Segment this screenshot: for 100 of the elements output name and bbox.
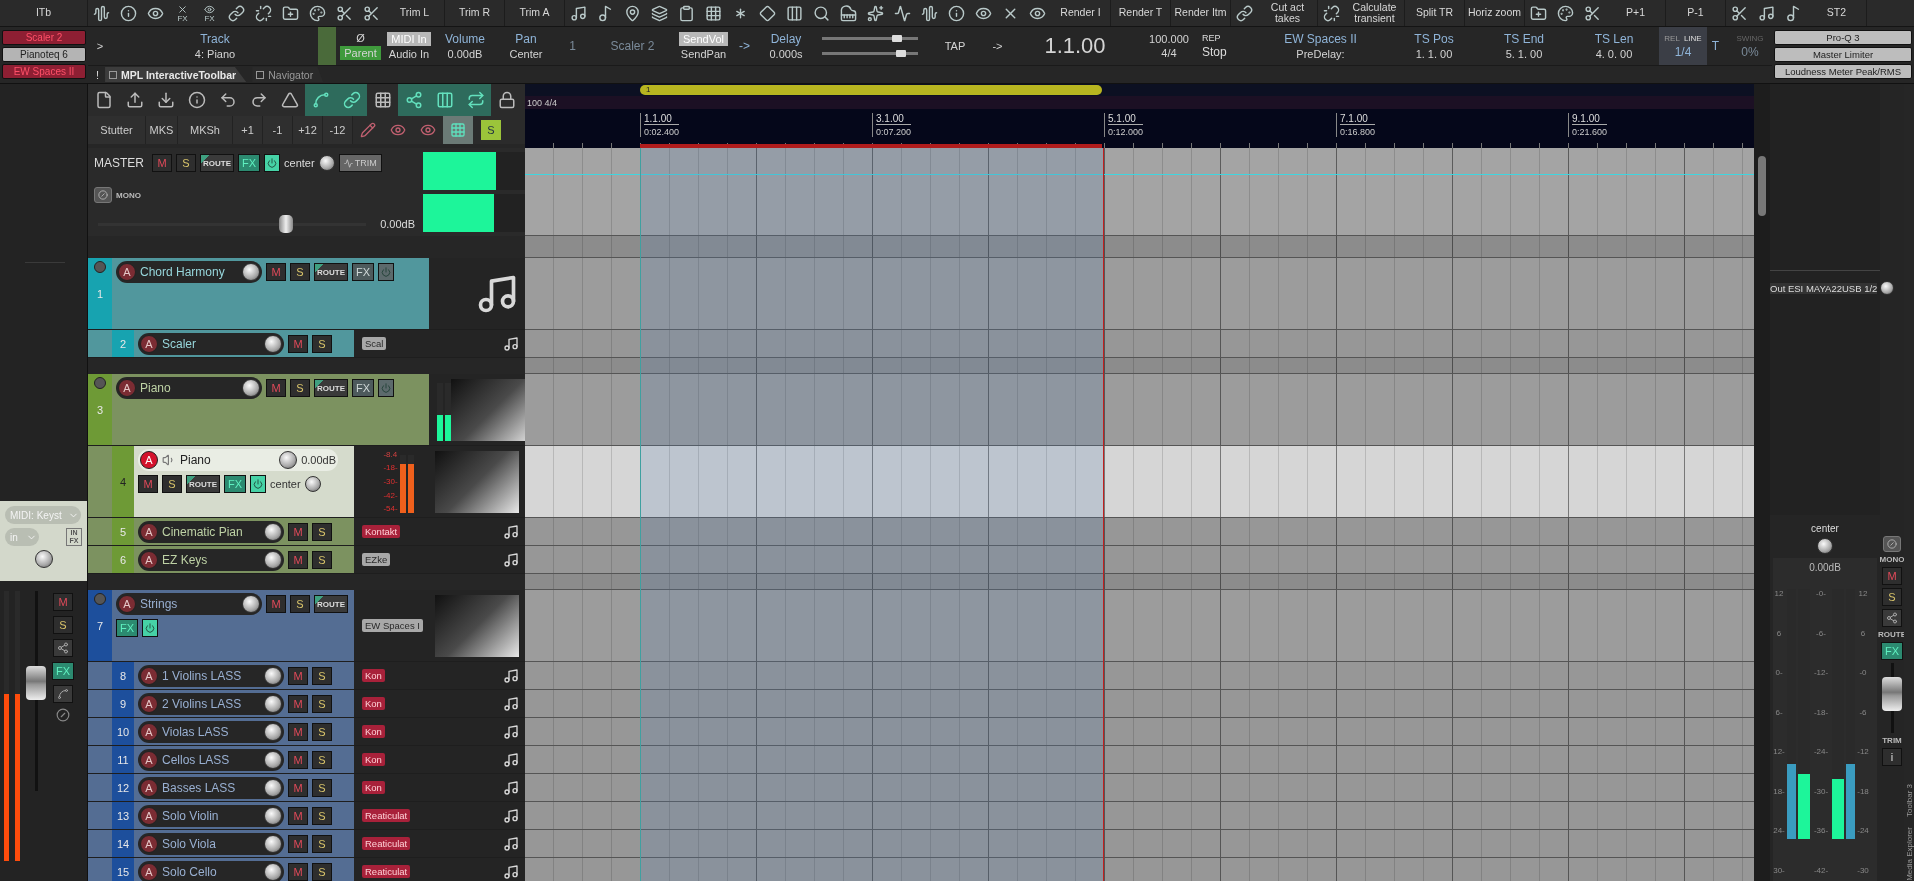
mute-button[interactable]: M [53,593,74,611]
solo-button[interactable]: S [290,595,310,613]
solo-button[interactable]: S [312,551,332,569]
tap-button[interactable]: TAP [944,40,966,52]
mute-button[interactable]: M [288,667,308,685]
mute-button[interactable]: M [288,523,308,541]
toolbar-button[interactable]: -1 [263,116,293,144]
solo-button[interactable]: S [312,779,332,797]
slider-thumb[interactable] [891,35,902,42]
solo-button[interactable]: S [312,751,332,769]
record-arm-button[interactable]: A [140,695,158,713]
plugin-tag[interactable]: Kontakt [362,525,401,538]
plugin-tag[interactable]: EZke [362,553,391,566]
volume-knob[interactable] [264,779,282,797]
collapse-icon[interactable] [94,261,106,273]
toolbar-button[interactable] [460,84,491,116]
record-arm-button[interactable]: A [140,723,158,741]
volume-knob[interactable] [264,807,282,825]
input-knob[interactable] [34,550,53,568]
volume-knob[interactable] [264,523,282,541]
mute-button[interactable]: M [288,835,308,853]
toolbar-button[interactable]: +1 [233,116,263,144]
route-button[interactable]: ROUTE [186,475,220,493]
plugin-tag[interactable]: Kon [362,669,385,682]
info-button[interactable]: i [1882,748,1902,766]
toolbar-button[interactable] [336,84,367,116]
solo-button[interactable]: S [312,835,332,853]
solo-button[interactable]: S [176,154,196,172]
volume-knob[interactable] [264,695,282,713]
mute-button[interactable]: M [288,807,308,825]
plugin-tag[interactable]: EW Spaces I [362,619,423,632]
toolbar-button[interactable]: MKSh [178,116,233,144]
record-arm-button[interactable]: A [140,335,158,353]
plugin-tag[interactable]: Kon [362,725,385,738]
power-button[interactable] [378,263,395,281]
volume-knob[interactable] [242,595,260,613]
record-arm-button[interactable]: A [140,667,158,685]
timeline-ruler[interactable]: 1.1.00 0:02.400 3.1.00 0:07.200 5.1.00 0:12.000 7.1.00 0:16.800 9.1.00 0:21.600 [525,109,1754,148]
fx-slot[interactable]: Pianoteq 6 [2,47,86,62]
pan-knob[interactable] [1817,538,1833,554]
fx-slot[interactable]: Pro-Q 3 [1774,30,1912,45]
solo-button[interactable]: S [312,667,332,685]
record-arm-button[interactable]: A [118,379,136,397]
mute-button[interactable]: M [152,154,172,172]
solo-button[interactable]: S [162,475,182,493]
output-knob[interactable] [1880,281,1895,295]
power-button[interactable] [378,379,395,397]
volume-knob[interactable] [242,379,260,397]
fx-button[interactable]: FX [352,263,375,281]
record-arm-button[interactable]: A [118,263,136,281]
envelope-icon[interactable] [53,685,74,703]
solo-button[interactable]: S [290,379,310,397]
mute-button[interactable]: M [288,695,308,713]
solo-button[interactable]: S [312,723,332,741]
mute-button[interactable]: M [266,595,286,613]
volume-knob[interactable] [264,667,282,685]
record-arm-button[interactable]: A [140,835,158,853]
record-arm-button[interactable]: A [140,523,158,541]
plugin-tag[interactable]: Kon [362,781,385,794]
toolbar-button[interactable]: -12 [323,116,353,144]
route-icon[interactable] [1882,609,1902,627]
record-arm-button[interactable]: A [140,779,158,797]
fx-button[interactable]: FX [352,379,375,397]
plugin-tag[interactable]: Reaticulat [362,809,411,822]
docker-tab[interactable]: Media Explorer [1904,827,1914,881]
fx-slot[interactable]: Master Limiter [1774,47,1912,62]
mute-button[interactable]: M [288,751,308,769]
route-icon[interactable] [53,639,74,657]
solo-button[interactable]: S [290,263,310,281]
mute-button[interactable]: M [266,379,286,397]
phase-icon[interactable] [56,708,71,722]
mute-button[interactable]: M [288,335,308,353]
region-bar[interactable]: 1 [640,85,1102,95]
record-arm-button[interactable]: A [140,451,158,469]
docker-tab[interactable]: Navigator [252,67,324,82]
volume-knob[interactable] [264,723,282,741]
volume-knob[interactable] [264,335,282,353]
route-button[interactable]: ROUTE [314,263,348,281]
collapse-icon[interactable] [94,377,106,389]
docker-tab[interactable]: MPL InteractiveToolbar [105,67,247,82]
mute-button[interactable]: M [288,551,308,569]
toolbar-button[interactable]: MKS [146,116,178,144]
fader-thumb[interactable] [26,665,46,700]
volume-knob[interactable] [279,451,298,469]
plugin-tag[interactable]: Reaticulat [362,865,411,878]
plugin-tag[interactable]: Scal [362,337,387,350]
pan-knob[interactable] [304,476,321,492]
plugin-tag[interactable]: Reaticulat [362,837,411,850]
fader-thumb[interactable] [278,214,293,233]
route-button[interactable]: ROUTE [200,154,234,172]
power-button[interactable] [142,619,159,637]
power-button[interactable] [250,475,267,493]
scrollbar-thumb[interactable] [1758,156,1766,216]
toolbar-button[interactable]: Stutter [88,116,146,144]
plugin-tag[interactable]: Kon [362,697,385,710]
close-icon[interactable] [256,70,265,79]
mute-button[interactable]: M [288,779,308,797]
record-arm-button[interactable]: A [118,595,136,613]
plugin-tag[interactable]: Kon [362,753,385,766]
slider-thumb[interactable] [895,50,906,57]
